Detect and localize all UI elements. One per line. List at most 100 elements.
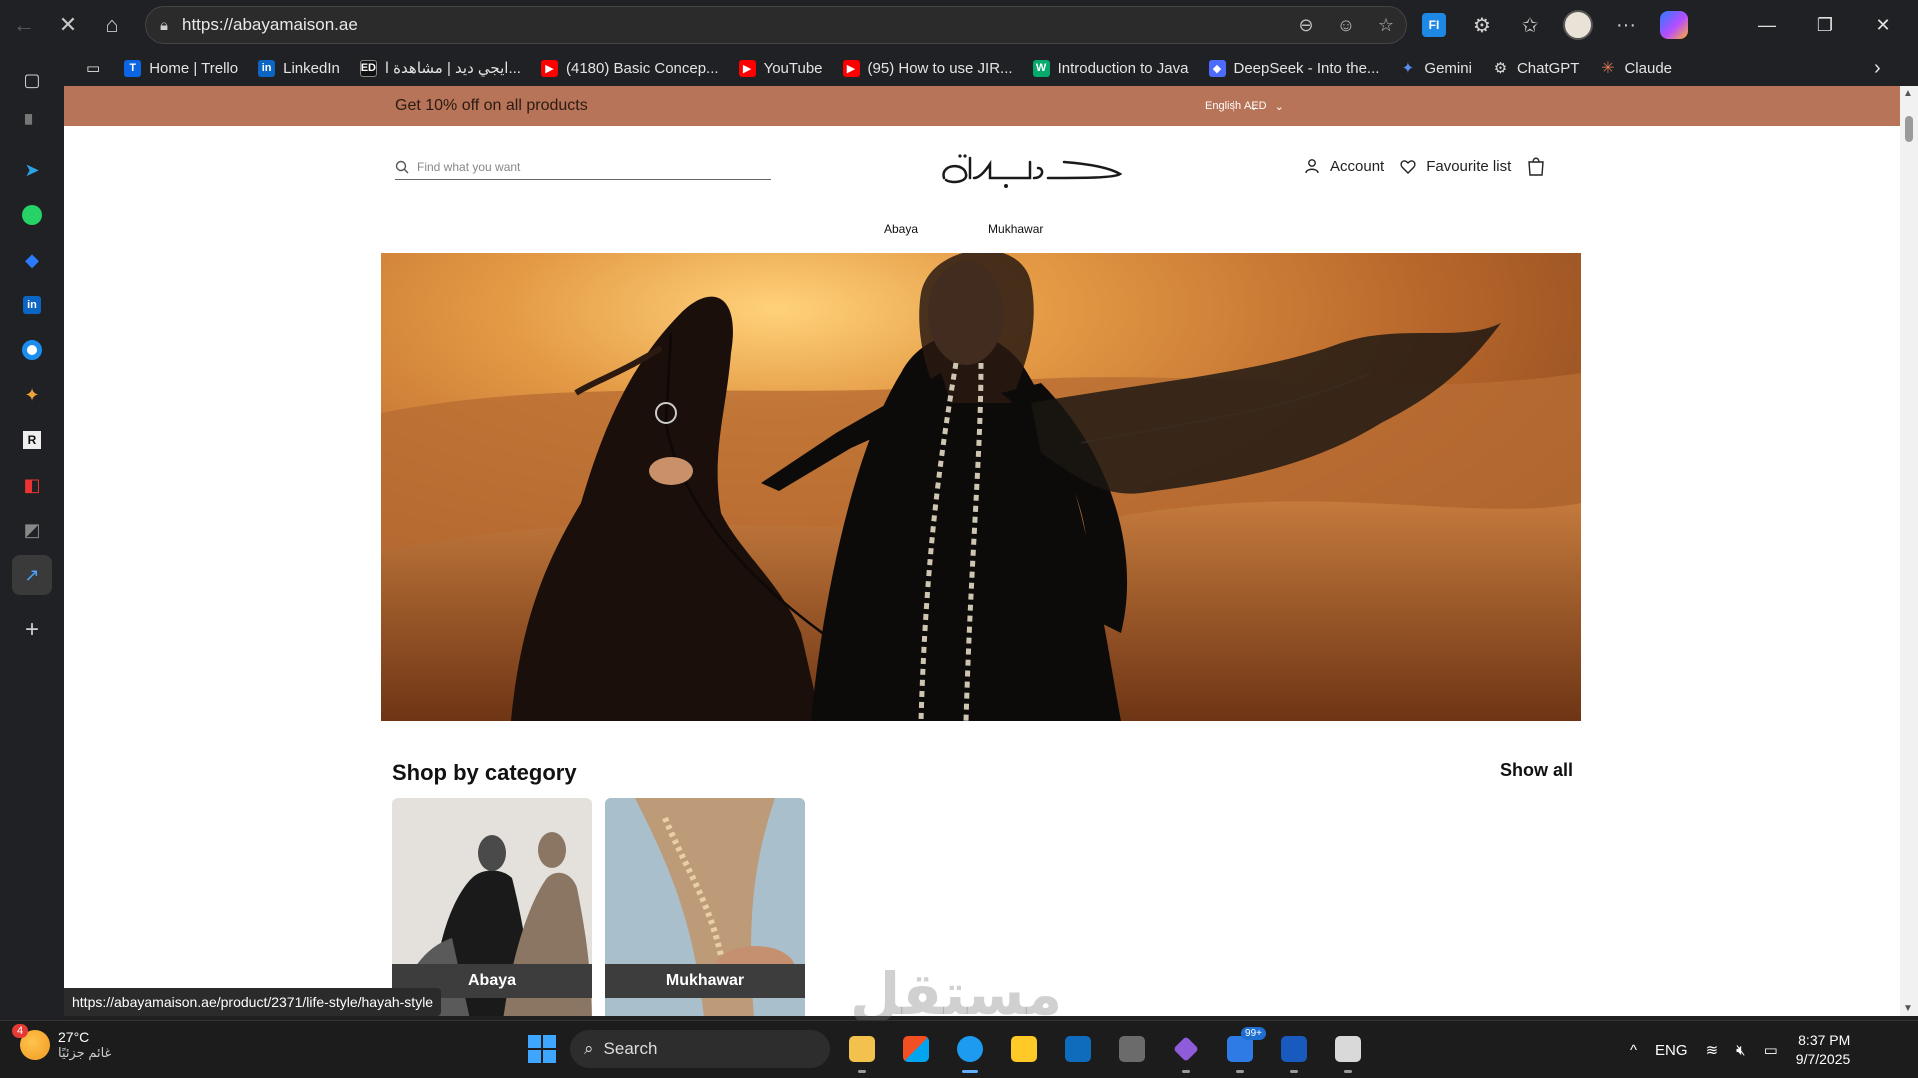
site-logo[interactable]: [934, 134, 1134, 194]
search-input[interactable]: [417, 159, 747, 174]
tab-actions-icon[interactable]: ▢: [12, 60, 52, 100]
weather-badge: 4: [12, 1024, 29, 1038]
more-menu-icon[interactable]: ···: [1602, 5, 1650, 45]
telegram-icon[interactable]: ➤: [12, 150, 52, 190]
taskbar-search[interactable]: ⌕ Search: [570, 1030, 830, 1068]
reading-list-icon[interactable]: ▭: [72, 53, 114, 83]
snipping-tool-icon[interactable]: [1326, 1029, 1370, 1073]
sidebar-app-6-icon[interactable]: [12, 330, 52, 370]
language-label: English: [1205, 100, 1242, 112]
logo-graphic: [942, 154, 1123, 188]
sidebar-app-9-icon[interactable]: ◧: [12, 465, 52, 505]
restore-button[interactable]: ❐: [1796, 5, 1854, 45]
sidebar-app-7-icon[interactable]: ✦: [12, 375, 52, 415]
address-bar[interactable]: 🔒︎ https://abayamaison.ae ⊖ ☺︎ ☆: [145, 6, 1407, 44]
zoom-icon[interactable]: ⊖: [1286, 15, 1326, 36]
bookmark-6[interactable]: W Introduction to Java: [1023, 53, 1199, 83]
vs-icon[interactable]: [1164, 1029, 1208, 1073]
date: 9/7/2025: [1795, 1051, 1851, 1067]
promo-banner: Get 10% off on all products English ⌄ | …: [64, 86, 1900, 126]
weather-sun-icon: 4: [12, 1024, 50, 1060]
word-icon[interactable]: [1272, 1029, 1316, 1073]
site-info-icon[interactable]: 🔒︎: [146, 17, 182, 34]
hero-banner-image[interactable]: [381, 253, 1581, 721]
show-all-link[interactable]: Show all: [1500, 760, 1573, 781]
home-button[interactable]: ⌂: [90, 5, 134, 45]
volume-muted-icon[interactable]: 🔇︎: [1736, 1042, 1745, 1059]
favourites-label: Favourite list: [1426, 157, 1512, 175]
divider: |: [1232, 100, 1235, 112]
bookmark-4[interactable]: ▶ YouTube: [729, 53, 833, 83]
search-icon: ⌕: [584, 1039, 594, 1058]
wifi-icon[interactable]: ≋: [1706, 1041, 1719, 1059]
url-text[interactable]: https://abayamaison.ae: [182, 15, 1286, 35]
outlook-icon[interactable]: [1056, 1029, 1100, 1069]
input-language[interactable]: ENG: [1655, 1042, 1688, 1059]
extension-fi-icon[interactable]: FI: [1410, 5, 1458, 45]
mail-icon[interactable]: 99+: [1218, 1027, 1266, 1073]
bookmark-0[interactable]: T Home | Trello: [114, 53, 248, 83]
bookmark-7[interactable]: ◆ DeepSeek - Into the...: [1199, 53, 1390, 83]
bookmark-3[interactable]: ▶ (4180) Basic Concep...: [531, 53, 729, 83]
favorite-star-icon[interactable]: ☆: [1366, 15, 1406, 36]
bookmark-5[interactable]: ▶ (95) How to use JIR...: [833, 53, 1023, 83]
whatsapp-icon[interactable]: [12, 195, 52, 235]
clock[interactable]: 8:37 PM 9/7/2025: [1796, 1031, 1851, 1069]
sidebar-app-11-icon[interactable]: ↗: [12, 555, 52, 595]
shopping-bag-icon: [1528, 157, 1544, 176]
bookmark-9[interactable]: ⚙ ChatGPT: [1482, 53, 1590, 83]
favourite-list-link[interactable]: Favourite list: [1400, 158, 1511, 175]
sidebar-app-8-icon[interactable]: R: [12, 420, 52, 460]
edge-icon[interactable]: [948, 1029, 992, 1073]
browser-titlebar: ← ✕ ⌂ 🔒︎ https://abayamaison.ae ⊖ ☺︎ ☆ F…: [0, 0, 1918, 50]
battery-icon[interactable]: ▭: [1764, 1041, 1778, 1059]
bookmark-2[interactable]: ED ايجي ديد | مشاهدة ا...: [350, 53, 531, 83]
search-icon: [395, 160, 409, 173]
sidebar-app-10-icon[interactable]: ◩: [12, 510, 52, 550]
start-button[interactable]: [524, 1031, 560, 1067]
account-link[interactable]: Account: [1304, 158, 1384, 175]
bookmark-8[interactable]: ✦ Gemini: [1389, 53, 1482, 83]
stop-loading-button[interactable]: ✕: [46, 5, 90, 45]
scrollbar-thumb[interactable]: [1905, 116, 1913, 142]
back-button[interactable]: ←: [2, 5, 46, 45]
copilot-icon[interactable]: [1650, 5, 1698, 45]
favorites-icon[interactable]: ✩: [1506, 5, 1554, 45]
sidebar-add-icon[interactable]: +: [12, 610, 52, 650]
bookmark-1[interactable]: in LinkedIn: [248, 53, 350, 83]
w3schools-icon: W: [1032, 59, 1050, 77]
sidebar-app-4-icon[interactable]: ◆: [12, 240, 52, 280]
nav-item-mukhawar[interactable]: Mukhawar: [988, 222, 1043, 236]
scroll-up-arrow-icon[interactable]: ▲: [1903, 88, 1913, 99]
profile-avatar[interactable]: [1554, 5, 1602, 45]
bookmarks-overflow-icon[interactable]: ›: [1864, 53, 1891, 83]
currency-selector[interactable]: AED ⌄: [1244, 100, 1284, 113]
bookmark-label: LinkedIn: [283, 59, 340, 77]
deepseek-icon: ◆: [1208, 59, 1226, 77]
linkedin-sidebar-icon[interactable]: in: [12, 285, 52, 325]
tray-overflow-icon[interactable]: ^: [1630, 1042, 1637, 1059]
cart-button[interactable]: [1527, 156, 1545, 176]
scroll-down-arrow-icon[interactable]: ▼: [1903, 1003, 1913, 1014]
extensions-icon[interactable]: ⚙: [1458, 5, 1506, 45]
page-scrollbar[interactable]: ▲ ▼: [1900, 86, 1918, 1016]
file-explorer-icon[interactable]: [840, 1029, 884, 1073]
bookmark-10[interactable]: ✳ Claude: [1589, 53, 1682, 83]
minimize-button[interactable]: —: [1738, 5, 1796, 45]
nav-item-abaya[interactable]: Abaya: [884, 222, 918, 236]
trello-icon: T: [124, 59, 142, 77]
site-search: [395, 154, 771, 180]
bookmark-label: Home | Trello: [149, 59, 239, 77]
calculator-icon[interactable]: [1110, 1029, 1154, 1069]
weather-widget[interactable]: 4 27°C غائم جزئيًا: [12, 1024, 111, 1061]
category-card-mukhawar[interactable]: Mukhawar: [605, 798, 805, 1016]
youtube-icon: ▶: [540, 59, 558, 77]
reading-mode-icon[interactable]: ☺︎: [1326, 15, 1366, 36]
taskbar-search-label: Search: [603, 1039, 658, 1058]
egydead-icon: ED: [359, 59, 377, 77]
category-card-abaya[interactable]: Abaya: [392, 798, 592, 1016]
microsoft-store-icon[interactable]: [894, 1029, 938, 1069]
close-window-button[interactable]: ✕: [1854, 5, 1912, 45]
folder-icon[interactable]: [1002, 1029, 1046, 1069]
sidebar-app-1-icon[interactable]: ▘: [12, 105, 52, 145]
